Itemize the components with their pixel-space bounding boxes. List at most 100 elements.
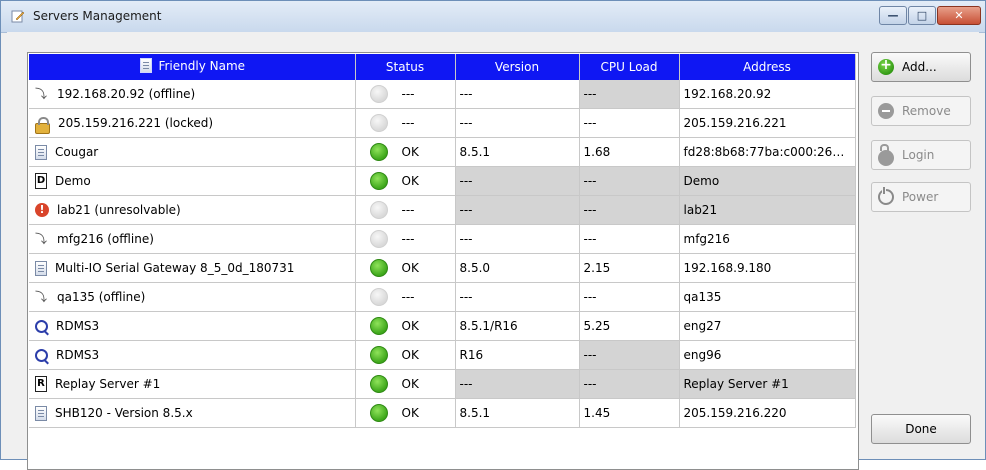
status-text: --- xyxy=(401,203,415,217)
status-text: --- xyxy=(401,290,415,304)
table-row[interactable]: 205.159.216.221 (locked) --- --- --- 205.159… xyxy=(29,108,856,138)
status-cell[interactable]: --- xyxy=(355,108,456,138)
version-cell[interactable]: 8.5.1 xyxy=(455,137,580,167)
demo-icon: D xyxy=(35,173,47,189)
friendly-name-cell[interactable]: 205.159.216.221 (locked) xyxy=(29,108,356,138)
add-icon xyxy=(878,57,894,75)
status-cell[interactable]: --- xyxy=(355,282,456,312)
version-cell[interactable]: --- xyxy=(455,282,580,312)
version-cell[interactable]: 8.5.1 xyxy=(455,398,580,428)
column-header-address[interactable]: Address xyxy=(679,54,856,80)
address-cell[interactable]: 192.168.9.180 xyxy=(679,253,856,283)
cpu-load-cell[interactable]: --- xyxy=(579,108,680,138)
status-cell[interactable]: OK xyxy=(355,253,456,283)
version-cell[interactable]: --- xyxy=(455,108,580,138)
server-name: Replay Server #1 xyxy=(55,377,161,391)
table-row[interactable]: RDMS3 OK 8.5.1/R16 5.25 eng27 xyxy=(29,311,856,341)
cpu-load-cell[interactable]: --- xyxy=(579,282,680,312)
cpu-load-cell[interactable]: 2.15 xyxy=(579,253,680,283)
minimize-button[interactable]: — xyxy=(879,6,907,25)
power-button[interactable]: Power xyxy=(871,182,971,212)
version-cell[interactable]: --- xyxy=(455,166,580,196)
version-cell[interactable]: 8.5.1/R16 xyxy=(455,311,580,341)
friendly-name-cell[interactable]: SHB120 - Version 8.5.x xyxy=(29,398,356,428)
close-button[interactable]: ✕ xyxy=(937,6,981,25)
address-cell[interactable]: 205.159.216.221 xyxy=(679,108,856,138)
version-cell[interactable]: --- xyxy=(455,369,580,399)
status-cell[interactable]: OK xyxy=(355,311,456,341)
friendly-name-cell[interactable]: R Replay Server #1 xyxy=(29,369,356,399)
table-row[interactable]: R Replay Server #1 OK --- --- Replay Server #… xyxy=(29,369,856,399)
table-row[interactable]: D Demo OK --- --- Demo xyxy=(29,166,856,196)
server-name: 205.159.216.221 (locked) xyxy=(58,116,214,130)
column-header-cpu-load[interactable]: CPU Load xyxy=(579,54,680,80)
address-cell[interactable]: fd28:8b68:77ba:c000:260... xyxy=(679,137,856,167)
address-cell[interactable]: Replay Server #1 xyxy=(679,369,856,399)
friendly-name-cell[interactable]: ! lab21 (unresolvable) xyxy=(29,195,356,225)
address-cell[interactable]: 192.168.20.92 xyxy=(679,80,856,109)
address-cell[interactable]: lab21 xyxy=(679,195,856,225)
table-row[interactable]: SHB120 - Version 8.5.x OK 8.5.1 1.45 205.159… xyxy=(29,398,856,428)
remove-button[interactable]: Remove xyxy=(871,96,971,126)
table-row[interactable]: RDMS3 OK R16 --- eng96 xyxy=(29,340,856,370)
status-cell[interactable]: --- xyxy=(355,80,456,109)
version-cell[interactable]: R16 xyxy=(455,340,580,370)
status-cell[interactable]: OK xyxy=(355,398,456,428)
cpu-load-cell[interactable]: 5.25 xyxy=(579,311,680,341)
friendly-name-cell[interactable]: RDMS3 xyxy=(29,340,356,370)
status-cell[interactable]: OK xyxy=(355,166,456,196)
version-cell[interactable]: 8.5.0 xyxy=(455,253,580,283)
remove-icon xyxy=(878,103,894,119)
cpu-load-cell[interactable]: --- xyxy=(579,166,680,196)
address-cell[interactable]: 205.159.216.220 xyxy=(679,398,856,428)
login-button[interactable]: Login xyxy=(871,140,971,170)
version-cell[interactable]: --- xyxy=(455,224,580,254)
table-row[interactable]: ⤵ qa135 (offline) --- --- --- qa135 xyxy=(29,282,856,312)
done-button[interactable]: Done xyxy=(871,414,971,444)
cpu-load-cell[interactable]: 1.68 xyxy=(579,137,680,167)
version-cell[interactable]: --- xyxy=(455,195,580,225)
address-cell[interactable]: eng27 xyxy=(679,311,856,341)
table-row[interactable]: Multi-IO Serial Gateway 8_5_0d_180731 OK 8… xyxy=(29,253,856,283)
server-name: Multi-IO Serial Gateway 8_5_0d_180731 xyxy=(55,261,295,275)
column-header-friendly-name[interactable]: Friendly Name xyxy=(29,54,356,80)
friendly-name-cell[interactable]: Multi-IO Serial Gateway 8_5_0d_180731 xyxy=(29,253,356,283)
status-cell[interactable]: OK xyxy=(355,340,456,370)
column-header-version[interactable]: Version xyxy=(455,54,580,80)
friendly-name-cell[interactable]: ⤵ 192.168.20.92 (offline) xyxy=(29,80,356,109)
title-bar: Servers Management — □ ✕ xyxy=(1,1,985,33)
table-row[interactable]: ⤵ mfg216 (offline) --- --- --- mfg216 xyxy=(29,224,856,254)
friendly-name-cell[interactable]: D Demo xyxy=(29,166,356,196)
server-name: qa135 (offline) xyxy=(57,290,146,304)
address-cell[interactable]: qa135 xyxy=(679,282,856,312)
cpu-load-cell[interactable]: 1.45 xyxy=(579,398,680,428)
status-cell[interactable]: --- xyxy=(355,195,456,225)
address-cell[interactable]: eng96 xyxy=(679,340,856,370)
cpu-load-cell[interactable]: --- xyxy=(579,340,680,370)
table-row[interactable]: ! lab21 (unresolvable) --- --- --- lab21 xyxy=(29,195,856,225)
address-cell[interactable]: mfg216 xyxy=(679,224,856,254)
error-icon: ! xyxy=(35,203,49,217)
table-row[interactable]: ⤵ 192.168.20.92 (offline) --- --- --- 192.168… xyxy=(29,80,856,109)
cpu-load-cell[interactable]: --- xyxy=(579,369,680,399)
friendly-name-cell[interactable]: RDMS3 xyxy=(29,311,356,341)
cpu-load-cell[interactable]: --- xyxy=(579,224,680,254)
status-cell[interactable]: OK xyxy=(355,137,456,167)
maximize-button[interactable]: □ xyxy=(908,6,936,25)
servers-table-container[interactable]: Friendly Name Status Version CPU Load Ad… xyxy=(27,52,859,470)
version-cell[interactable]: --- xyxy=(455,80,580,109)
servers-management-window: Servers Management — □ ✕ Friendly Name S… xyxy=(0,0,986,470)
status-cell[interactable]: OK xyxy=(355,369,456,399)
status-text: OK xyxy=(401,261,419,275)
status-cell[interactable]: --- xyxy=(355,224,456,254)
column-header-status[interactable]: Status xyxy=(355,54,456,80)
address-cell[interactable]: Demo xyxy=(679,166,856,196)
friendly-name-cell[interactable]: ⤵ qa135 (offline) xyxy=(29,282,356,312)
lock-icon xyxy=(35,116,50,134)
friendly-name-cell[interactable]: Cougar xyxy=(29,137,356,167)
table-row[interactable]: Cougar OK 8.5.1 1.68 fd28:8b68:77ba:c000:260… xyxy=(29,137,856,167)
add-button[interactable]: Add... xyxy=(871,52,971,82)
cpu-load-cell[interactable]: --- xyxy=(579,80,680,109)
friendly-name-cell[interactable]: ⤵ mfg216 (offline) xyxy=(29,224,356,254)
cpu-load-cell[interactable]: --- xyxy=(579,195,680,225)
